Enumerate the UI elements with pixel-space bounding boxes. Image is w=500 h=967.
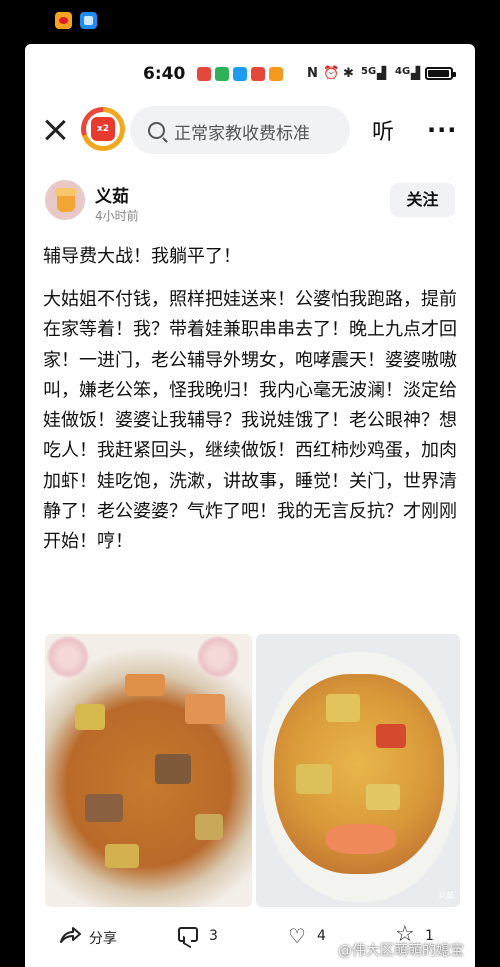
search-placeholder: 正常家教收费标准 [174,124,310,144]
signal-4g-label: 4G [395,66,411,77]
food-piece [105,844,139,868]
notification-icon [233,67,247,81]
food-piece [125,674,165,696]
food-photo-2[interactable]: 义茹 [256,634,460,907]
signal-5g-label: 5G [361,66,377,77]
flower-decoration [197,636,239,678]
notification-icon [269,67,283,81]
search-icon [148,122,165,139]
post-body: 大姑姐不付钱，照样把娃送来！公婆怕我跑路，提前在家等着！我？带着娃兼职串串去了！… [43,289,457,553]
notification-icon [197,67,211,81]
food-piece [195,814,223,840]
close-icon[interactable] [43,118,67,142]
food-piece [326,694,360,722]
signal-icon: ▟ [377,66,387,80]
more-button[interactable]: ··· [427,116,457,144]
notification-icon [251,67,265,81]
battery-icon [425,67,456,80]
author-name[interactable]: 义茹 [95,182,129,207]
comment-icon[interactable] [178,927,198,942]
nfc-icon: N [307,66,318,81]
wechat-icon [215,67,229,81]
heart-icon[interactable]: ♡ [288,926,306,946]
signal-icon: ▟ [411,66,421,80]
comment-count[interactable]: 3 [209,928,218,952]
like-count[interactable]: 4 [317,928,326,952]
weibo-app-icon [55,12,72,29]
outer-top-bar [0,0,500,44]
status-time: 6:40 [143,64,186,84]
share-button[interactable]: 分享 [89,928,117,952]
food-piece [376,724,406,748]
alarm-icon: ⏰ [323,66,340,81]
logo-badge: x2 [91,117,115,141]
follow-button[interactable]: 关注 [390,183,455,217]
search-input[interactable]: 正常家教收费标准 [130,106,350,154]
food-piece [155,754,191,784]
share-icon[interactable] [59,926,81,944]
food-piece [366,784,400,810]
food-photo-1[interactable] [45,634,252,907]
avatar[interactable] [45,180,85,220]
food-piece [185,694,225,724]
page-watermark: @伟大区萌萌的媳宝 [338,943,464,959]
phone-screen: 6:40 N ⏰ ✱ 5G ▟ 4G ▟ x2 正常家教收费标准 听 ··· 义… [25,44,475,967]
flower-decoration [47,636,89,678]
food-piece [296,764,332,794]
post-title: 辅导费大战！我躺平了！ [43,246,241,267]
app-icon [80,12,97,29]
shrimp [326,824,396,854]
food-piece [85,794,123,822]
post-time: 4小时前 [95,209,139,223]
photo-watermark: 义茹 [438,891,454,900]
app-logo[interactable]: x2 [81,107,125,151]
bluetooth-icon: ✱ [343,66,354,81]
status-bar: 6:40 N ⏰ ✱ 5G ▟ 4G ▟ [25,58,475,88]
listen-button[interactable]: 听 [372,114,394,146]
food-piece [75,704,105,730]
